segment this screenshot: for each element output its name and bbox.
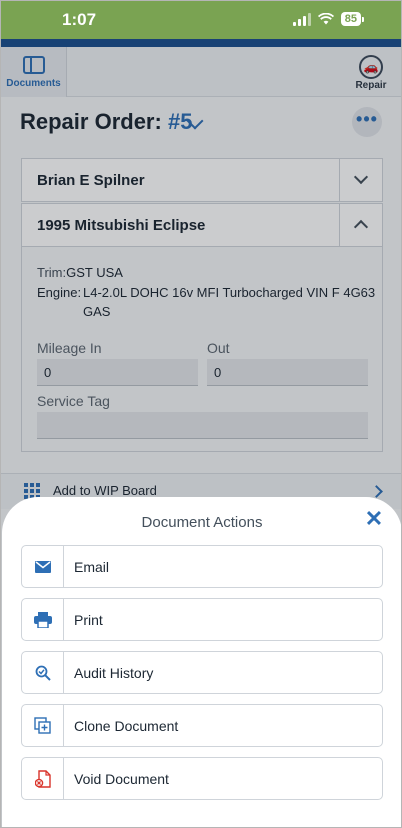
print-action-button[interactable]: Print [21,598,383,641]
close-button[interactable]: ✕ [363,508,385,530]
void-document-icon [22,758,64,799]
status-time: 1:07 [62,10,97,29]
envelope-icon [22,546,64,587]
status-bar: 1:07 85 [1,1,401,39]
audit-history-action-button[interactable]: Audit History [21,651,383,694]
void-document-action-button[interactable]: Void Document [21,757,383,800]
document-actions-sheet: Document Actions ✕ Email Print Audit His… [2,497,401,827]
sheet-title: Document Actions [141,514,263,531]
cellular-signal-icon [292,12,311,26]
email-label: Email [74,559,110,575]
printer-icon [22,599,64,640]
print-label: Print [74,612,103,628]
email-action-button[interactable]: Email [21,545,383,588]
battery-indicator: 85 [340,12,365,26]
wifi-icon [317,13,334,25]
status-icons: 85 [292,12,365,26]
clone-icon [22,705,64,746]
clone-document-label: Clone Document [74,718,179,734]
clone-document-action-button[interactable]: Clone Document [21,704,383,747]
audit-search-icon [22,652,64,693]
audit-history-label: Audit History [74,665,154,681]
screen: 1:07 85 Documents 🚗 Repair Repair Order: [0,0,402,828]
void-document-label: Void Document [74,771,169,787]
